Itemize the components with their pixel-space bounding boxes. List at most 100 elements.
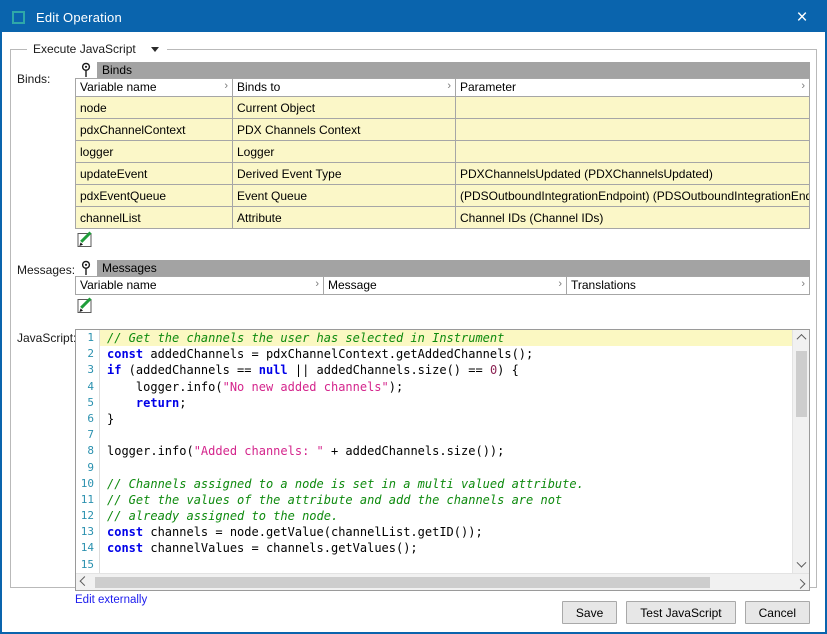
table-cell[interactable]: pdxChannelContext bbox=[76, 119, 233, 141]
table-cell[interactable]: updateEvent bbox=[76, 163, 233, 185]
column-header-variable-name[interactable]: Variable name› bbox=[76, 277, 324, 295]
table-cell[interactable] bbox=[456, 119, 810, 141]
line-number: 10 bbox=[76, 476, 100, 492]
table-row[interactable]: pdxChannelContextPDX Channels Context bbox=[76, 119, 810, 141]
sort-chevron-icon: › bbox=[447, 80, 451, 92]
code-line[interactable]: 11// Get the values of the attribute and… bbox=[76, 492, 792, 508]
messages-table-header-row: Variable name› Message› Translations› bbox=[76, 277, 810, 295]
pin-icon[interactable] bbox=[75, 62, 97, 78]
code-text: const channels = node.getValue(channelLi… bbox=[100, 524, 792, 540]
code-area[interactable]: 1// Get the channels the user has select… bbox=[76, 330, 792, 573]
code-text bbox=[100, 460, 792, 476]
table-cell[interactable]: Logger bbox=[233, 141, 456, 163]
column-header-message[interactable]: Message› bbox=[324, 277, 567, 295]
code-text: } bbox=[100, 411, 792, 427]
scroll-right-icon[interactable] bbox=[792, 575, 809, 590]
editor-body: 1// Get the channels the user has select… bbox=[76, 330, 809, 573]
line-number: 12 bbox=[76, 508, 100, 524]
table-cell[interactable]: PDXChannelsUpdated (PDXChannelsUpdated) bbox=[456, 163, 810, 185]
table-cell[interactable]: Channel IDs (Channel IDs) bbox=[456, 207, 810, 229]
table-row[interactable]: updateEventDerived Event TypePDXChannels… bbox=[76, 163, 810, 185]
operation-groupbox: Execute JavaScript Binds: bbox=[10, 42, 817, 588]
code-line[interactable]: 12// already assigned to the node. bbox=[76, 508, 792, 524]
code-line[interactable]: 8logger.info("Added channels: " + addedC… bbox=[76, 443, 792, 459]
binds-label: Binds: bbox=[17, 62, 75, 86]
code-line[interactable]: 6} bbox=[76, 411, 792, 427]
column-header-binds-to[interactable]: Binds to› bbox=[233, 79, 456, 97]
sort-chevron-icon: › bbox=[558, 278, 562, 290]
javascript-section: JavaScript: 1// Get the channels the use… bbox=[17, 329, 810, 591]
scroll-down-icon[interactable] bbox=[793, 558, 810, 573]
binds-table: Variable name› Binds to› Parameter› node… bbox=[75, 78, 810, 229]
binds-section: Binds: Binds bbox=[17, 62, 810, 249]
binds-table-header-row: Variable name› Binds to› Parameter› bbox=[76, 79, 810, 97]
code-line[interactable]: 10// Channels assigned to a node is set … bbox=[76, 476, 792, 492]
line-number: 1 bbox=[76, 330, 100, 346]
edit-binds-button[interactable] bbox=[76, 231, 94, 249]
table-cell[interactable]: Event Queue bbox=[233, 185, 456, 207]
line-number: 2 bbox=[76, 346, 100, 362]
column-header-parameter[interactable]: Parameter› bbox=[456, 79, 810, 97]
line-number: 11 bbox=[76, 492, 100, 508]
scroll-left-icon[interactable] bbox=[76, 575, 93, 590]
table-row[interactable]: channelListAttributeChannel IDs (Channel… bbox=[76, 207, 810, 229]
column-header-variable-name[interactable]: Variable name› bbox=[76, 79, 233, 97]
code-line[interactable]: 13const channels = node.getValue(channel… bbox=[76, 524, 792, 540]
code-text: logger.info("Added channels: " + addedCh… bbox=[100, 443, 792, 459]
chevron-down-icon bbox=[151, 47, 159, 52]
table-cell[interactable]: (PDSOutboundIntegrationEndpoint) (PDSOut… bbox=[456, 185, 810, 207]
table-cell[interactable] bbox=[456, 97, 810, 119]
table-cell[interactable]: Attribute bbox=[233, 207, 456, 229]
horizontal-scrollbar[interactable] bbox=[76, 573, 809, 590]
line-number: 7 bbox=[76, 427, 100, 443]
cancel-button[interactable]: Cancel bbox=[745, 601, 810, 624]
binds-panel: Binds Variable name› Binds to› Parameter… bbox=[75, 62, 810, 249]
line-number: 5 bbox=[76, 395, 100, 411]
table-cell[interactable] bbox=[456, 141, 810, 163]
line-number: 3 bbox=[76, 362, 100, 378]
line-number: 6 bbox=[76, 411, 100, 427]
test-javascript-button[interactable]: Test JavaScript bbox=[626, 601, 735, 624]
table-cell[interactable]: Current Object bbox=[233, 97, 456, 119]
column-header-translations[interactable]: Translations› bbox=[567, 277, 810, 295]
table-cell[interactable]: channelList bbox=[76, 207, 233, 229]
sort-chevron-icon: › bbox=[224, 80, 228, 92]
line-number: 8 bbox=[76, 443, 100, 459]
operation-type-dropdown[interactable]: Execute JavaScript bbox=[27, 42, 167, 56]
code-line[interactable]: 15 bbox=[76, 557, 792, 573]
vertical-scrollbar[interactable] bbox=[792, 330, 809, 573]
line-number: 4 bbox=[76, 379, 100, 395]
table-cell[interactable]: logger bbox=[76, 141, 233, 163]
code-line[interactable]: 14const channelValues = channels.getValu… bbox=[76, 540, 792, 556]
horizontal-scrollbar-thumb[interactable] bbox=[95, 577, 710, 588]
table-row[interactable]: loggerLogger bbox=[76, 141, 810, 163]
scroll-up-icon[interactable] bbox=[793, 330, 810, 345]
table-cell[interactable]: pdxEventQueue bbox=[76, 185, 233, 207]
edit-messages-button[interactable] bbox=[76, 297, 94, 315]
app-icon bbox=[12, 11, 25, 24]
code-text: logger.info("No new added channels"); bbox=[100, 379, 792, 395]
table-cell[interactable]: Derived Event Type bbox=[233, 163, 456, 185]
code-text: const addedChannels = pdxChannelContext.… bbox=[100, 346, 792, 362]
line-number: 13 bbox=[76, 524, 100, 540]
code-text: if (addedChannels == null || addedChanne… bbox=[100, 362, 792, 378]
sort-chevron-icon: › bbox=[801, 278, 805, 290]
code-line[interactable]: 9 bbox=[76, 460, 792, 476]
code-line[interactable]: 7 bbox=[76, 427, 792, 443]
edit-externally-link[interactable]: Edit externally bbox=[75, 594, 147, 606]
code-line[interactable]: 3if (addedChannels == null || addedChann… bbox=[76, 362, 792, 378]
table-row[interactable]: nodeCurrent Object bbox=[76, 97, 810, 119]
sort-chevron-icon: › bbox=[801, 80, 805, 92]
close-icon[interactable]: × bbox=[791, 6, 813, 28]
code-line[interactable]: 1// Get the channels the user has select… bbox=[76, 330, 792, 346]
pin-icon[interactable] bbox=[75, 260, 97, 276]
javascript-label: JavaScript: bbox=[17, 329, 75, 345]
code-line[interactable]: 4 logger.info("No new added channels"); bbox=[76, 379, 792, 395]
code-line[interactable]: 5 return; bbox=[76, 395, 792, 411]
save-button[interactable]: Save bbox=[562, 601, 617, 624]
table-cell[interactable]: node bbox=[76, 97, 233, 119]
vertical-scrollbar-thumb[interactable] bbox=[796, 351, 807, 417]
table-cell[interactable]: PDX Channels Context bbox=[233, 119, 456, 141]
code-line[interactable]: 2const addedChannels = pdxChannelContext… bbox=[76, 346, 792, 362]
table-row[interactable]: pdxEventQueueEvent Queue(PDSOutboundInte… bbox=[76, 185, 810, 207]
